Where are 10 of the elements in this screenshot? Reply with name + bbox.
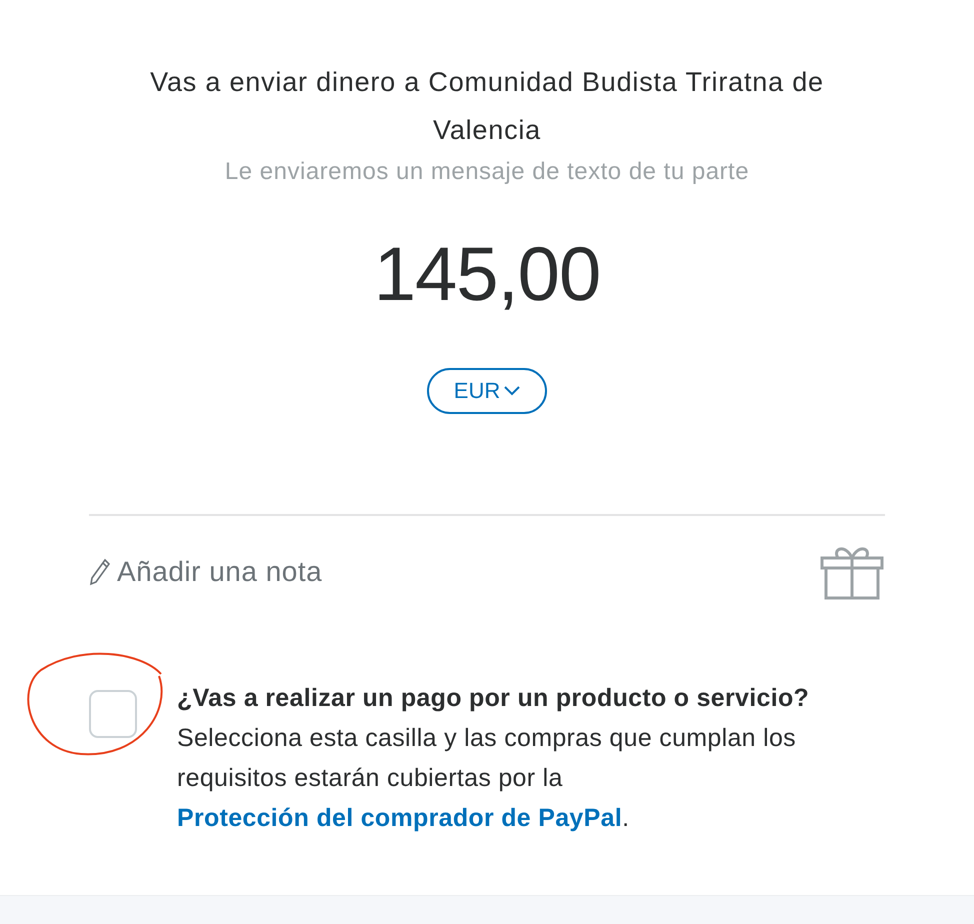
add-note-button[interactable]: Añadir una nota xyxy=(89,556,322,588)
purchase-protection-text: ¿Vas a realizar un pago por un producto o servicio? Selecciona esta casilla y las compras que cumplan los requisitos estarán cubiertas por la Protección del comprador de PayPal. xyxy=(177,683,810,834)
pencil-icon xyxy=(89,558,111,586)
subtitle: Le enviaremos un mensaje de texto de tu parte xyxy=(224,158,750,186)
buyer-protection-link[interactable]: Protección del comprador de PayPal xyxy=(177,804,622,832)
recipient-title: Vas a enviar dinero a Comunidad Budista Triratna de Valencia xyxy=(149,66,825,147)
amount: 145,00 xyxy=(374,231,600,319)
checkbox[interactable] xyxy=(89,690,137,738)
currency-button[interactable]: EUR xyxy=(427,368,547,414)
caret-icon xyxy=(504,386,520,396)
